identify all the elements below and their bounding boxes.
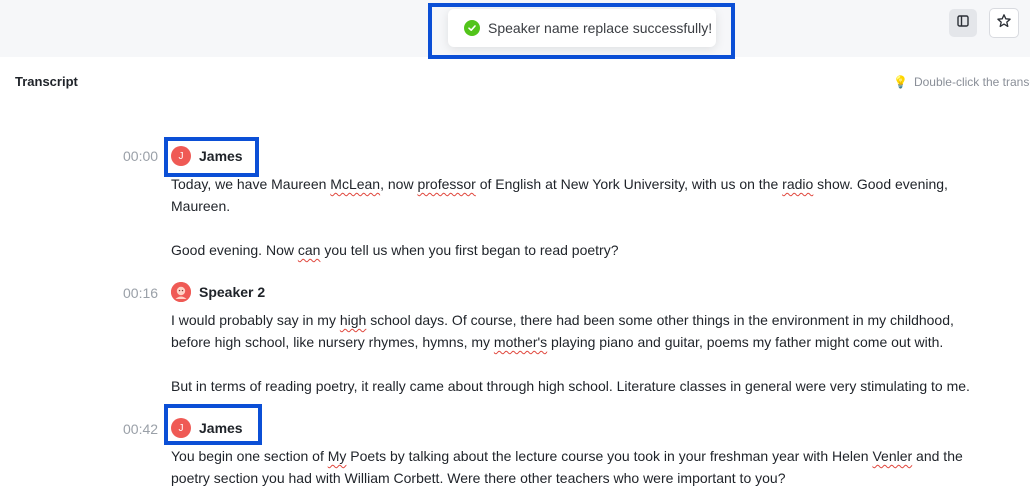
avatar [171,282,191,302]
star-icon [996,13,1012,34]
success-toast: Speaker name replace successfully! [448,9,716,47]
timestamp[interactable]: 00:42 [123,421,163,437]
favorite-button[interactable] [989,8,1019,38]
double-click-hint: 💡 Double-click the transc [893,75,1030,89]
transcript-paragraph[interactable]: Good evening. Now can you tell us when y… [171,239,971,261]
timestamp[interactable]: 00:16 [123,285,163,301]
speaker-name[interactable]: Speaker 2 [199,284,265,300]
speaker-label[interactable]: Speaker 2 [171,282,265,302]
toast-message: Speaker name replace successfully! [488,20,713,36]
transcript-paragraph[interactable]: I would probably say in my high school d… [171,309,971,353]
speaker-name[interactable]: James [199,420,243,436]
avatar: J [171,146,191,166]
speaker-label[interactable]: J James [171,146,243,166]
transcript-paragraph[interactable]: Today, we have Maureen McLean, now profe… [171,173,971,217]
hint-text: Double-click the transc [913,75,1030,89]
lightbulb-icon: 💡 [893,75,908,89]
speaker-label[interactable]: J James [171,418,243,438]
check-circle-icon [464,20,480,36]
sidebar-toggle-button[interactable] [949,9,977,37]
user-face-icon [171,282,191,302]
transcript-paragraph[interactable]: But in terms of reading poetry, it reall… [171,375,971,397]
speaker-name[interactable]: James [199,148,243,164]
timestamp[interactable]: 00:00 [123,148,163,164]
sidebar-toggle-icon [956,14,970,33]
transcript-paragraph[interactable]: You begin one section of My Poets by tal… [171,445,971,489]
transcript-title: Transcript [15,74,78,89]
avatar: J [171,418,191,438]
